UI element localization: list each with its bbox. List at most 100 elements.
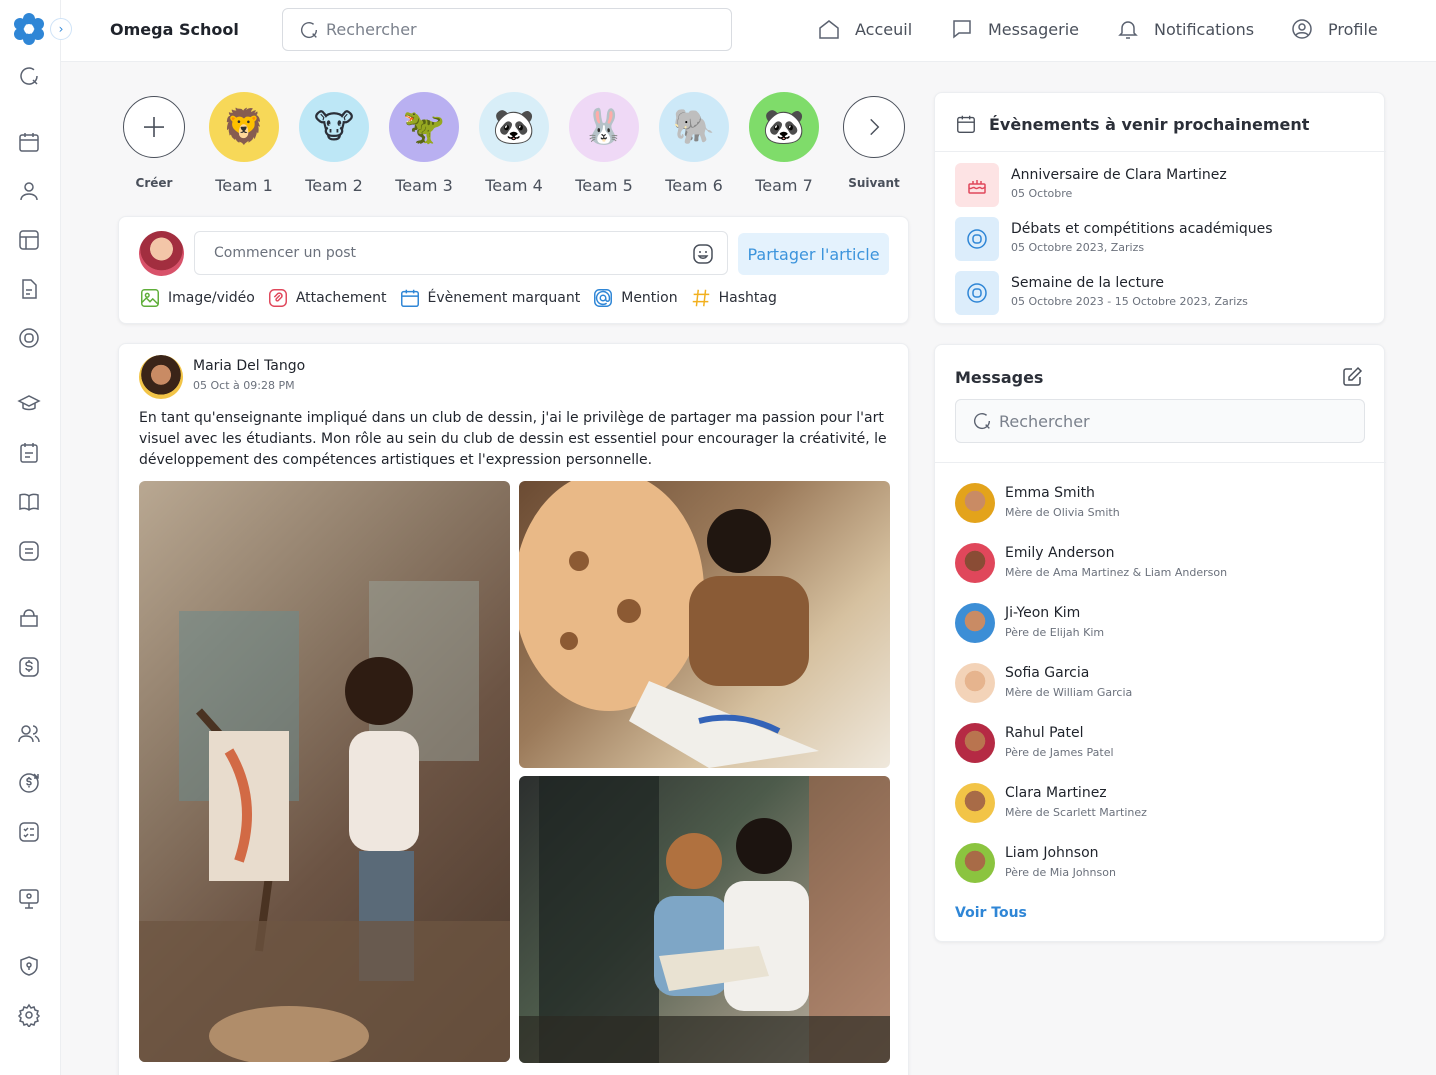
event-subtitle: 05 Octobre 2023, Zarizs [1011,241,1145,254]
table-icon[interactable] [17,228,41,252]
team-avatar-panda-doctor: 🐼 [749,92,819,162]
upcoming-events-panel: Évènements à venir prochainement Anniver… [934,92,1386,324]
action-event[interactable]: Évènement marquant [399,287,580,309]
shield-icon[interactable] [17,954,41,978]
calendar-icon [957,115,975,133]
team-avatar-cow: 🐮 [299,92,369,162]
event-title: Anniversaire de Clara Martinez [1011,167,1227,183]
action-image-video[interactable]: Image/vidéo [139,287,255,309]
badge-icon[interactable] [17,326,41,350]
post-image-reading[interactable] [519,776,890,1063]
nav-label: Messagerie [988,19,1079,39]
story-label: Team 6 [665,176,723,195]
avatar [955,843,995,883]
action-label: Image/vidéo [168,290,255,306]
contact-item[interactable]: Sofia Garcia Mère de William Garcia [955,663,1132,703]
search-icon [301,21,318,38]
nav-messagerie[interactable]: Messagerie [950,17,1079,41]
action-mention[interactable]: Mention [592,287,678,309]
story-team-7[interactable]: 🐼 Team 7 [746,92,822,195]
nav-acceuil[interactable]: Acceuil [817,17,912,41]
story-label: Team 2 [305,176,363,195]
contact-role: Père de Elijah Kim [1005,626,1105,639]
story-label: Team 1 [215,176,273,195]
brand-name: Omega School [110,20,239,39]
compose-icon[interactable] [1340,365,1364,389]
avatar [955,783,995,823]
story-team-4[interactable]: 🐼 Team 4 [476,92,552,195]
story-team-2[interactable]: 🐮 Team 2 [296,92,372,195]
calendar-icon[interactable] [17,130,41,154]
contact-item[interactable]: Emily Anderson Mère de Ama Martinez & Lia… [955,543,1227,583]
story-team-1[interactable]: 🦁 Team 1 [206,92,282,195]
bag-icon[interactable] [17,606,41,630]
event-badge-icon [955,217,999,261]
users-icon[interactable] [17,722,41,746]
messages-search-placeholder: Rechercher [999,411,1090,431]
contact-name: Sofia Garcia [1005,665,1090,681]
search-input[interactable]: Rechercher [282,8,732,51]
messages-title: Messages [955,368,1044,387]
list-icon[interactable] [17,539,41,563]
post-author[interactable]: Maria Del Tango [193,358,305,374]
search-icon[interactable] [17,64,41,88]
story-next[interactable]: Suivant [836,92,912,190]
topbar: Omega School Rechercher Acceuil Messager… [61,0,1436,62]
chat-icon [953,20,971,39]
share-article-button[interactable]: Partager l'article [738,233,889,275]
story-create[interactable]: Créer [116,92,192,190]
nav-profile[interactable]: Profile [1290,17,1378,41]
contact-name: Ji-Yeon Kim [1005,605,1081,621]
payment-icon[interactable] [17,771,41,795]
checklist-icon[interactable] [17,820,41,844]
feed-post: Maria Del Tango 05 Oct à 09:28 PM En tan… [118,343,909,1075]
event-item[interactable]: Anniversaire de Clara Martinez 05 Octobr… [955,163,1227,207]
user-icon[interactable] [17,179,41,203]
story-label: Team 5 [575,176,633,195]
post-image-painting[interactable] [139,481,510,1062]
event-subtitle: 05 Octobre [1011,187,1073,200]
attachment-icon [268,289,287,307]
contact-role: Mère de Olivia Smith [1005,506,1120,519]
divider [935,151,1386,152]
calendar-icon [400,289,419,307]
contact-item[interactable]: Ji-Yeon Kim Père de Elijah Kim [955,603,1104,643]
graduation-cap-icon[interactable] [17,392,41,416]
post-input-placeholder: Commencer un post [214,245,357,261]
event-item[interactable]: Débats et compétitions académiques 05 Oc… [955,217,1273,261]
action-attachment[interactable]: Attachement [267,287,387,309]
story-team-3[interactable]: 🦖 Team 3 [386,92,462,195]
book-icon[interactable] [17,490,41,514]
gear-icon[interactable] [17,1003,41,1029]
team-avatar-elephant: 🐘 [659,92,729,162]
chevron-right-icon [843,96,905,158]
story-team-6[interactable]: 🐘 Team 6 [656,92,732,195]
dollar-icon[interactable] [17,655,41,679]
post-composer: Commencer un post Partager l'article Ima… [118,216,909,324]
messages-search-input[interactable]: Rechercher [955,399,1365,443]
post-text: En tant qu'enseignante impliqué dans un … [139,410,887,468]
contact-item[interactable]: Emma Smith Mère de Olivia Smith [955,483,1120,523]
action-hashtag[interactable]: Hashtag [690,287,777,309]
logo-icon [12,12,46,46]
contact-item[interactable]: Clara Martinez Mère de Scarlett Martinez [955,783,1147,823]
nav-notifications[interactable]: Notifications [1116,17,1254,41]
post-image-drawing[interactable] [519,481,890,768]
schedule-icon[interactable] [17,441,41,465]
divider [935,462,1386,463]
story-team-5[interactable]: 🐰 Team 5 [566,92,642,195]
plus-icon [123,96,185,158]
avatar [955,723,995,763]
contact-item[interactable]: Rahul Patel Père de James Patel [955,723,1114,763]
presentation-icon[interactable] [17,887,41,911]
document-icon[interactable] [17,277,41,301]
emoji-icon[interactable] [691,242,715,266]
contact-item[interactable]: Liam Johnson Père de Mia Johnson [955,843,1116,883]
contact-role: Mère de William Garcia [1005,686,1133,699]
event-item[interactable]: Semaine de la lecture 05 Octobre 2023 - … [955,271,1248,315]
sidebar-toggle-button[interactable]: › [50,18,72,40]
post-input[interactable]: Commencer un post [194,231,728,275]
see-all-link[interactable]: Voir Tous [955,905,1027,921]
team-avatar-panda: 🐼 [479,92,549,162]
contact-role: Mère de Scarlett Martinez [1005,806,1147,819]
